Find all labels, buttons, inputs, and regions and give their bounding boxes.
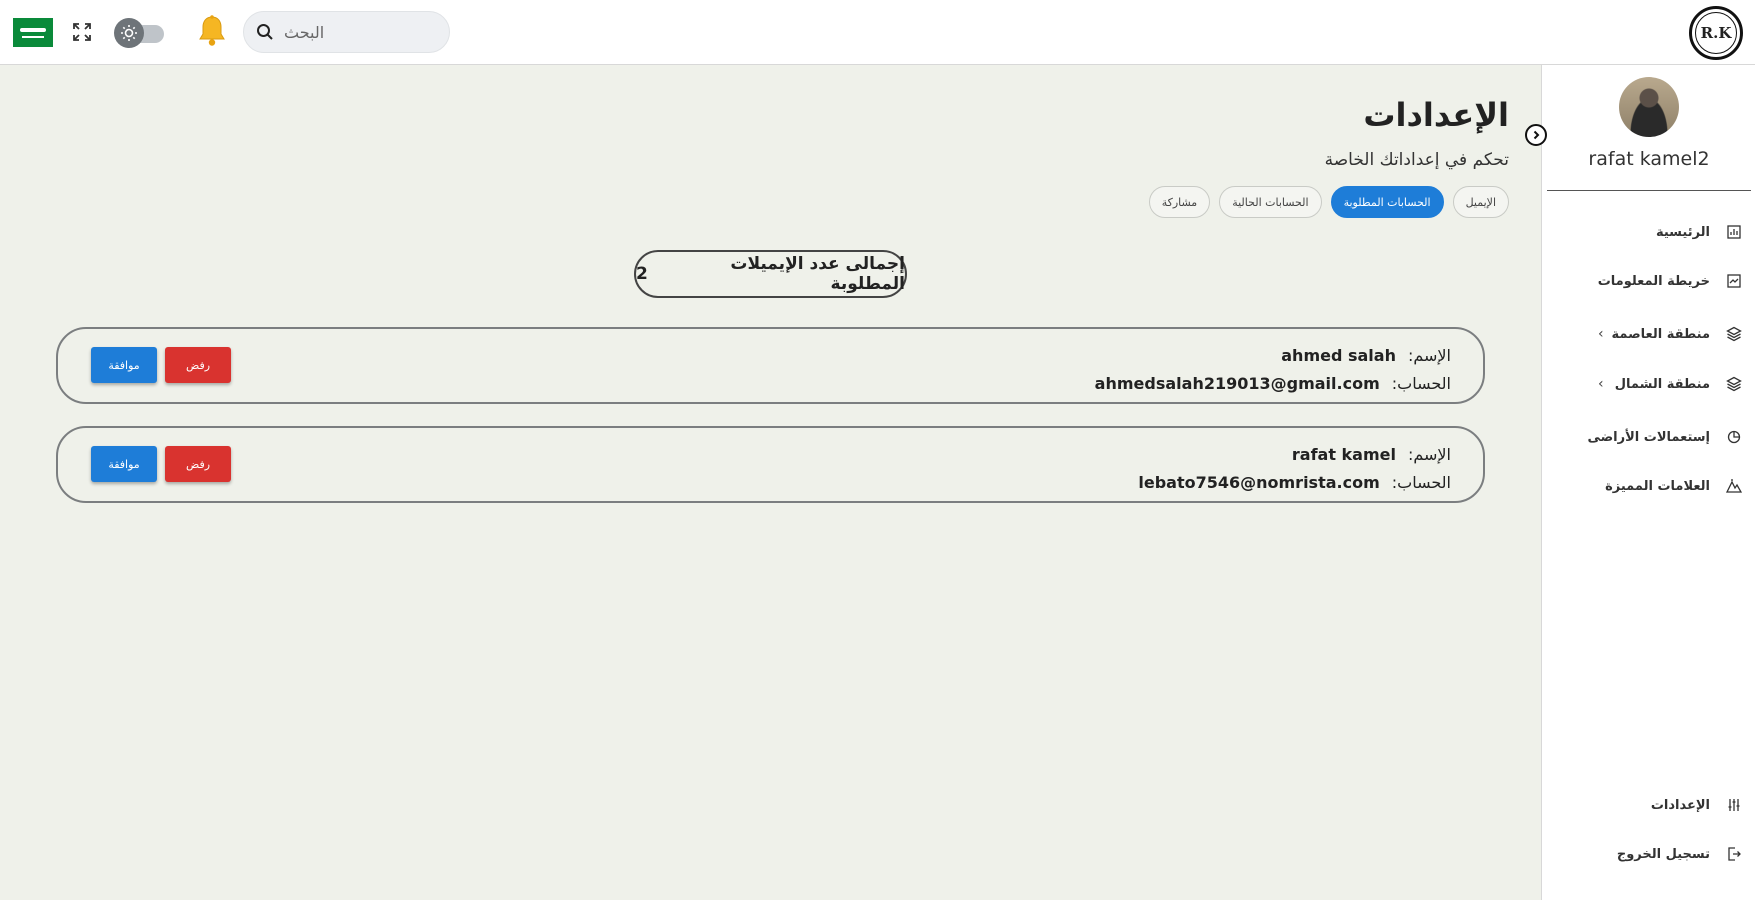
pie-icon bbox=[1726, 429, 1742, 445]
sidebar-item-label: منطقة العاصمة bbox=[1611, 326, 1710, 342]
request-name: rafat kamel bbox=[1291, 444, 1396, 464]
bell-icon[interactable] bbox=[196, 14, 228, 48]
tab-requested-accounts[interactable]: الحسابات المطلوبة bbox=[1330, 186, 1444, 218]
approve-button[interactable]: موافقة bbox=[91, 347, 157, 383]
landmark-icon bbox=[1726, 478, 1742, 494]
layers-icon bbox=[1726, 376, 1742, 392]
sidebar-divider bbox=[1547, 190, 1751, 191]
app-logo[interactable]: R.K bbox=[1689, 6, 1743, 60]
avatar[interactable] bbox=[1619, 77, 1679, 137]
tab-share[interactable]: مشاركة bbox=[1148, 186, 1211, 218]
sidebar-item-info-map[interactable]: خريطة المعلومات bbox=[1542, 266, 1755, 296]
sidebar-item-label: إستعمالات الأراضى bbox=[1587, 429, 1710, 445]
approve-button[interactable]: موافقة bbox=[91, 446, 157, 482]
total-requests-count: 2 bbox=[636, 264, 648, 284]
username: rafat kamel2 bbox=[1588, 148, 1710, 170]
total-requests-label: إجمالى عدد الإيميلات المطلوبة bbox=[730, 254, 905, 294]
request-card: الإسم: ahmed salah الحساب: ahmedsalah219… bbox=[56, 327, 1485, 404]
reject-button[interactable]: رفض bbox=[165, 446, 231, 482]
sidebar: rafat kamel2 الرئيسية خريطة المعلومات ‹ … bbox=[1541, 65, 1755, 900]
sidebar-item-home[interactable]: الرئيسية bbox=[1542, 217, 1755, 247]
chevron-right-icon bbox=[1533, 130, 1540, 140]
sidebar-item-settings[interactable]: الإعدادات bbox=[1542, 790, 1755, 820]
search-icon bbox=[257, 24, 273, 40]
name-key: الإسم: bbox=[1407, 345, 1451, 365]
request-card: الإسم: rafat kamel الحساب: lebato7546@no… bbox=[56, 426, 1485, 503]
chevron-left-icon: ‹ bbox=[1598, 326, 1604, 342]
account-key: الحساب: bbox=[1391, 373, 1451, 393]
tab-current-accounts[interactable]: الحسابات الحالية bbox=[1219, 186, 1322, 218]
page-subtitle: تحكم في إعداداتك الخاصة bbox=[1324, 150, 1509, 170]
reject-button[interactable]: رفض bbox=[165, 347, 231, 383]
chart-icon bbox=[1726, 224, 1742, 240]
settings-tabs: الإيميل الحسابات المطلوبة الحسابات الحال… bbox=[1148, 186, 1509, 218]
map-icon bbox=[1726, 273, 1742, 289]
sidebar-item-landmarks[interactable]: العلامات المميزة bbox=[1542, 471, 1755, 501]
tab-email[interactable]: الإيميل bbox=[1452, 186, 1509, 218]
sidebar-item-north-region[interactable]: ‹ منطقة الشمال bbox=[1542, 369, 1755, 399]
layers-icon bbox=[1726, 326, 1742, 342]
top-bar: R.K bbox=[0, 0, 1755, 65]
account-key: الحساب: bbox=[1391, 472, 1451, 492]
total-requests-badge: إجمالى عدد الإيميلات المطلوبة 2 bbox=[634, 250, 907, 298]
sidebar-item-capital-region[interactable]: ‹ منطقة العاصمة bbox=[1542, 319, 1755, 349]
sidebar-item-label: منطقة الشمال bbox=[1614, 376, 1710, 392]
sidebar-item-label: الإعدادات bbox=[1650, 797, 1710, 813]
sidebar-collapse-button[interactable] bbox=[1525, 124, 1547, 146]
sidebar-item-logout[interactable]: تسجيل الخروج bbox=[1542, 839, 1755, 869]
logout-icon bbox=[1726, 846, 1742, 862]
name-key: الإسم: bbox=[1407, 444, 1451, 464]
sun-icon bbox=[114, 18, 144, 48]
request-name: ahmed salah bbox=[1281, 345, 1396, 365]
request-email: lebato7546@nomrista.com bbox=[1138, 472, 1380, 492]
logo-text: R.K bbox=[1700, 24, 1732, 42]
chevron-left-icon: ‹ bbox=[1598, 376, 1604, 392]
sliders-icon bbox=[1726, 797, 1742, 813]
theme-toggle[interactable] bbox=[114, 17, 166, 48]
page-title: الإعدادات bbox=[1363, 96, 1509, 134]
sidebar-item-label: العلامات المميزة bbox=[1605, 478, 1710, 494]
search-input[interactable] bbox=[284, 22, 434, 42]
sidebar-item-label: خريطة المعلومات bbox=[1597, 273, 1710, 289]
search-box[interactable] bbox=[243, 11, 450, 53]
fullscreen-icon[interactable] bbox=[70, 20, 94, 44]
sidebar-item-label: الرئيسية bbox=[1655, 224, 1710, 240]
request-email: ahmedsalah219013@gmail.com bbox=[1094, 373, 1380, 393]
sidebar-item-label: تسجيل الخروج bbox=[1616, 846, 1710, 862]
sidebar-item-land-use[interactable]: إستعمالات الأراضى bbox=[1542, 422, 1755, 452]
saudi-flag-icon[interactable] bbox=[13, 18, 53, 47]
